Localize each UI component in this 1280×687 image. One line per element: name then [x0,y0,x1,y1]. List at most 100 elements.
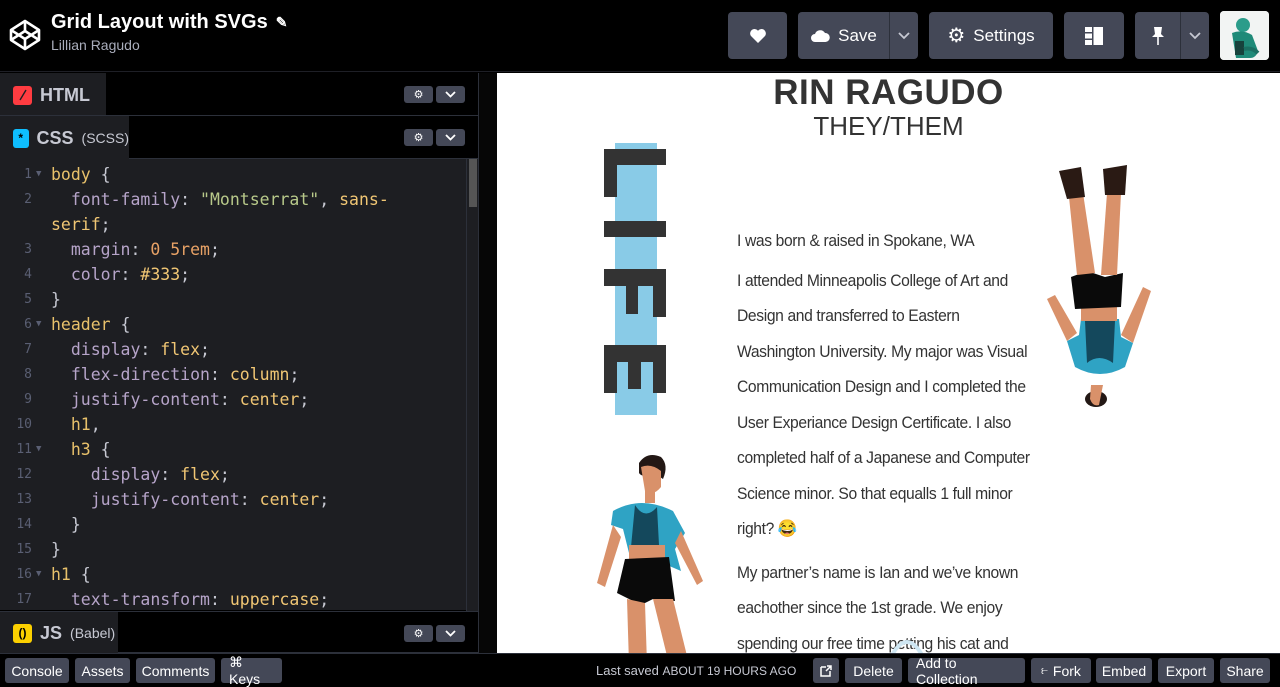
save-options-button[interactable] [889,12,918,59]
fork-label: Fork [1052,662,1081,679]
code-text: flex-direction: column; [51,362,300,387]
code-line[interactable]: 6 ▼ header { [0,312,462,337]
code-line[interactable]: 17 text-transform: uppercase; [0,587,462,610]
js-editor-tab[interactable]: () JS (Babel) [0,612,118,654]
html-settings-button[interactable]: ⚙ [404,86,433,103]
add-to-collection-button[interactable]: Add to Collection [908,655,1025,687]
html-editor-tab[interactable]: HTML [0,73,106,117]
line-number: 13 [16,492,32,507]
export-button[interactable]: Export [1158,658,1214,683]
fold-arrow-icon[interactable]: ▼ [36,162,51,187]
code-line[interactable]: 14 } [0,512,462,537]
code-line[interactable]: 16 ▼ h1 { [0,562,462,587]
code-line[interactable]: 5} [0,287,462,312]
code-line[interactable]: 8 flex-direction: column; [0,362,462,387]
code-line[interactable]: 1 ▼ body { [0,162,462,187]
css-collapse-button[interactable] [436,129,465,146]
html-icon [13,85,32,105]
code-line[interactable]: 7 display: flex; [0,337,462,362]
line-number: 17 [16,592,32,607]
code-line[interactable]: 13 justify-content: center; [0,487,462,512]
embed-button[interactable]: Embed [1096,658,1152,683]
comments-button[interactable]: Comments [136,658,215,683]
fold-gutter [36,237,51,262]
code-text: serif; [51,212,111,237]
code-line[interactable]: 2 font-family: "Montserrat", sans- [0,187,462,212]
code-line[interactable]: 10 h1, [0,412,462,437]
change-view-button[interactable] [1064,12,1124,59]
js-settings-button[interactable]: ⚙ [404,625,433,642]
css-editor-tab[interactable]: * CSS (SCSS) [0,116,129,160]
code-text: } [51,537,61,562]
css-settings-button[interactable]: ⚙ [404,129,433,146]
save-button[interactable]: Save [798,12,889,59]
fold-arrow-icon[interactable]: ▼ [36,437,51,462]
user-avatar[interactable] [1220,11,1269,60]
code-text: text-transform: uppercase; [51,587,329,610]
gear-icon: ⚙ [413,89,424,101]
code-token: sans- [339,190,389,209]
code-token: display [90,465,161,484]
fold-arrow-icon[interactable]: ▼ [36,562,51,587]
code-text: } [51,512,81,537]
line-number: 3 [24,242,32,257]
code-line[interactable]: 9 justify-content: center; [0,387,462,412]
love-button[interactable] [728,12,787,59]
fold-gutter [36,487,51,512]
fold-gutter [36,537,51,562]
pin-button[interactable] [1135,12,1180,59]
code-line[interactable]: 15} [0,537,462,562]
code-token: center [259,490,320,509]
code-text: justify-content: center; [51,487,329,512]
fold-gutter [36,462,51,487]
code-token: font-family [70,190,181,209]
assets-button[interactable]: Assets [75,658,130,683]
code-token: : [219,390,240,409]
code-line[interactable]: 11 ▼ h3 { [0,437,462,462]
code-line[interactable]: 12 display: flex; [0,462,462,487]
console-button[interactable]: Console [5,658,69,683]
codepen-logo-icon[interactable] [8,18,42,52]
line-number: 15 [16,542,32,557]
scrollbar-thumb[interactable] [469,159,477,207]
last-saved-time: ABOUT 19 HOURS AGO [662,664,797,678]
code-token: ; [319,590,330,609]
fold-arrow-icon[interactable]: ▼ [36,312,51,337]
pushpin-icon [1151,26,1164,45]
fork-icon: ⥼ [1041,663,1048,677]
fork-button[interactable]: ⥼ Fork [1031,658,1091,683]
line-number: 9 [24,392,32,407]
css-editor-header: * CSS (SCSS) ⚙ [0,115,478,160]
settings-button[interactable]: ⚙ Settings [929,12,1053,59]
panel-resizer[interactable] [478,73,497,653]
code-token: uppercase [229,590,320,609]
delete-button[interactable]: Delete [845,658,902,683]
js-icon: () [13,623,32,643]
pen-title[interactable]: Grid Layout with SVGs [51,11,268,34]
js-collapse-button[interactable] [436,625,465,642]
code-token: 0 5rem [150,240,210,259]
open-new-window-button[interactable] [813,658,839,683]
code-token: : [120,265,141,284]
code-text: header { [51,312,130,337]
css-code-editor[interactable]: 1 ▼ body {2 font-family: "Montserrat", san… [0,159,478,610]
share-button[interactable]: Share [1220,658,1270,683]
code-line[interactable]: 3 margin: 0 5rem; [0,237,462,262]
code-token: : [239,490,260,509]
author-name[interactable]: Lillian Ragudo [51,37,287,53]
pin-options-button[interactable] [1180,12,1209,59]
html-collapse-button[interactable] [436,86,465,103]
settings-label: Settings [973,25,1035,45]
code-token: ; [289,365,300,384]
code-lines: 1 ▼ body {2 font-family: "Montserrat", san… [0,162,462,610]
preview-pane: RIN RAGUDO THEY/THEM I was born & raised… [497,73,1280,653]
code-line[interactable]: 4 color: #333; [0,262,462,287]
pencil-icon[interactable]: ✎ [276,14,288,31]
keys-button[interactable]: ⌘ Keys [221,654,282,687]
code-line[interactable]: serif; [0,212,462,237]
fold-gutter [36,212,51,237]
css-editor-scrollbar[interactable] [466,159,478,611]
